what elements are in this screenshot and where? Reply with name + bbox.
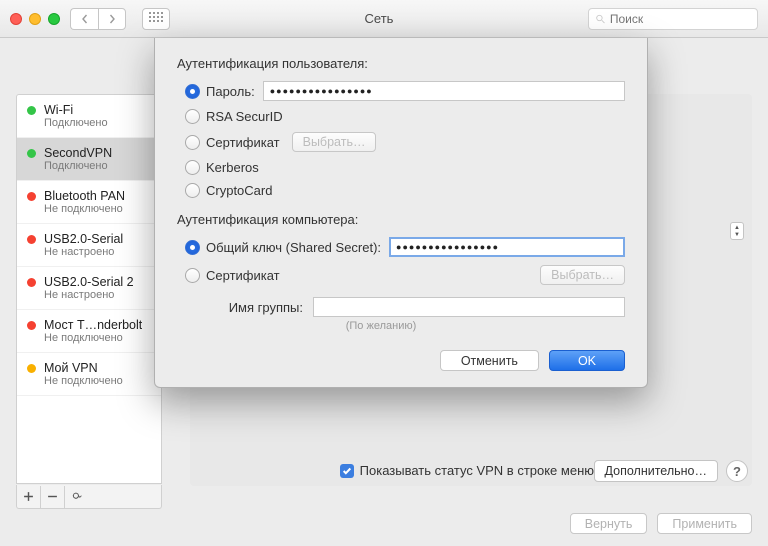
password-input[interactable]: ●●●●●●●●●●●●●●●● xyxy=(263,81,625,101)
group-name-input[interactable] xyxy=(313,297,625,317)
radio-shared-secret-label: Общий ключ (Shared Secret): xyxy=(206,240,381,255)
radio-cert-row[interactable]: Сертификат Выбрать… xyxy=(185,132,625,152)
network-services-list: Wi-Fi Подключено SecondVPN Подключено Bl… xyxy=(16,94,162,484)
revert-button[interactable]: Вернуть xyxy=(570,513,648,534)
sheet-action-buttons: Отменить OK xyxy=(177,350,625,371)
service-status: Не подключено xyxy=(44,203,153,215)
choose-machine-cert-button[interactable]: Выбрать… xyxy=(540,265,625,285)
ok-button[interactable]: OK xyxy=(549,350,625,371)
sidebar-item-my-vpn[interactable]: Мой VPN Не подключено xyxy=(17,353,161,396)
radio-rsa-row[interactable]: RSA SecurID xyxy=(185,109,625,124)
radio-machine-cert-row[interactable]: Сертификат Выбрать… xyxy=(185,265,625,285)
service-status: Не настроено xyxy=(44,246,153,258)
show-vpn-status-label: Показывать статус VPN в строке меню xyxy=(360,463,594,478)
user-auth-heading: Аутентификация пользователя: xyxy=(177,56,625,71)
group-name-hint: (По желанию) xyxy=(177,320,625,332)
radio-rsa-label: RSA SecurID xyxy=(206,109,283,124)
radio-cert-label: Сертификат xyxy=(206,135,280,150)
auth-settings-sheet: Аутентификация пользователя: Пароль: ●●●… xyxy=(154,38,648,388)
search-icon xyxy=(595,13,606,25)
sidebar-item-thunderbolt-bridge[interactable]: Мост T…nderbolt Не подключено xyxy=(17,310,161,353)
sidebar-item-bluetooth-pan[interactable]: Bluetooth PAN Не подключено xyxy=(17,181,161,224)
back-button[interactable] xyxy=(70,8,98,30)
group-name-label: Имя группы: xyxy=(177,300,303,315)
radio-crypto-row[interactable]: CryptoCard xyxy=(185,183,625,198)
remove-service-button[interactable] xyxy=(41,486,65,508)
sidebar-item-wifi[interactable]: Wi-Fi Подключено xyxy=(17,95,161,138)
service-name: Wi-Fi xyxy=(44,103,73,117)
radio-shared-secret[interactable] xyxy=(185,240,200,255)
radio-password[interactable] xyxy=(185,84,200,99)
status-dot-icon xyxy=(27,149,36,158)
service-status: Подключено xyxy=(44,117,153,129)
group-name-row: Имя группы: xyxy=(177,297,625,317)
radio-password-label: Пароль: xyxy=(206,84,255,99)
service-name: USB2.0-Serial 2 xyxy=(44,275,134,289)
sidebar-item-usb-serial-1[interactable]: USB2.0-Serial Не настроено xyxy=(17,224,161,267)
close-window[interactable] xyxy=(10,13,22,25)
forward-button[interactable] xyxy=(98,8,126,30)
show-all-button[interactable] xyxy=(142,8,170,30)
service-name: SecondVPN xyxy=(44,146,112,160)
radio-cert[interactable] xyxy=(185,135,200,150)
sidebar-item-secondvpn[interactable]: SecondVPN Подключено xyxy=(17,138,161,181)
nav-buttons xyxy=(70,8,126,30)
window-title: Сеть xyxy=(180,11,578,26)
popup-arrows-icon[interactable]: ▲▼ xyxy=(730,222,744,240)
radio-machine-cert-label: Сертификат xyxy=(206,268,280,283)
shared-secret-input[interactable]: ●●●●●●●●●●●●●●●● xyxy=(389,237,625,257)
status-dot-icon xyxy=(27,235,36,244)
status-dot-icon xyxy=(27,278,36,287)
radio-password-row[interactable]: Пароль: ●●●●●●●●●●●●●●●● xyxy=(185,81,625,101)
service-status: Не подключено xyxy=(44,332,153,344)
service-name: USB2.0-Serial xyxy=(44,232,123,246)
radio-shared-secret-row[interactable]: Общий ключ (Shared Secret): ●●●●●●●●●●●●… xyxy=(185,237,625,257)
search-field[interactable] xyxy=(588,8,758,30)
choose-cert-button[interactable]: Выбрать… xyxy=(292,132,377,152)
radio-crypto-label: CryptoCard xyxy=(206,183,272,198)
titlebar: Сеть xyxy=(0,0,768,38)
status-dot-icon xyxy=(27,106,36,115)
service-status: Не настроено xyxy=(44,289,153,301)
radio-kerberos[interactable] xyxy=(185,160,200,175)
radio-rsa[interactable] xyxy=(185,109,200,124)
service-name: Bluetooth PAN xyxy=(44,189,125,203)
apply-button[interactable]: Применить xyxy=(657,513,752,534)
radio-kerberos-label: Kerberos xyxy=(206,160,259,175)
sidebar-footer xyxy=(16,485,162,509)
service-status: Подключено xyxy=(44,160,153,172)
cancel-button[interactable]: Отменить xyxy=(440,350,539,371)
window-action-buttons: Вернуть Применить xyxy=(570,513,752,534)
machine-auth-heading: Аутентификация компьютера: xyxy=(177,212,625,227)
add-service-button[interactable] xyxy=(17,486,41,508)
checkbox-checked-icon[interactable] xyxy=(340,464,354,478)
service-name: Мост T…nderbolt xyxy=(44,318,142,332)
window-controls xyxy=(10,13,60,25)
sidebar-item-usb-serial-2[interactable]: USB2.0-Serial 2 Не настроено xyxy=(17,267,161,310)
service-status: Не подключено xyxy=(44,375,153,387)
status-dot-icon xyxy=(27,364,36,373)
action-menu-button[interactable] xyxy=(65,486,89,508)
show-vpn-status-row[interactable]: Показывать статус VPN в строке меню xyxy=(340,463,594,478)
advanced-button[interactable]: Дополнительно… xyxy=(594,460,718,482)
service-name: Мой VPN xyxy=(44,361,98,375)
help-button[interactable]: ? xyxy=(726,460,748,482)
status-dot-icon xyxy=(27,192,36,201)
status-dot-icon xyxy=(27,321,36,330)
minimize-window[interactable] xyxy=(29,13,41,25)
zoom-window[interactable] xyxy=(48,13,60,25)
radio-crypto[interactable] xyxy=(185,183,200,198)
radio-machine-cert[interactable] xyxy=(185,268,200,283)
search-input[interactable] xyxy=(610,12,751,26)
radio-kerberos-row[interactable]: Kerberos xyxy=(185,160,625,175)
